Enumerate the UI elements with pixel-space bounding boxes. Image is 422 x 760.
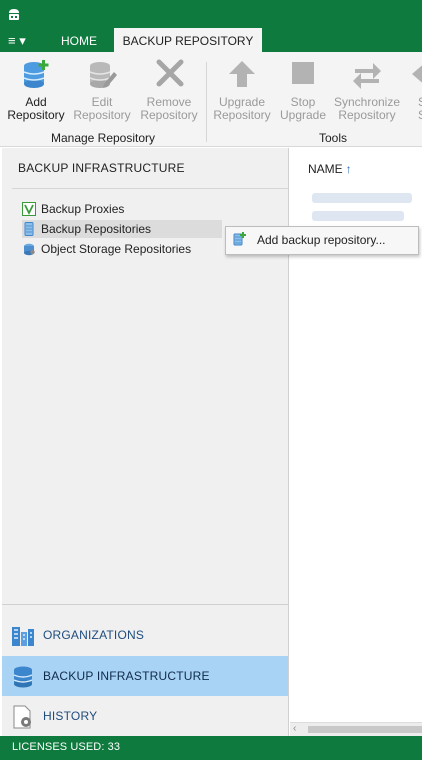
ribbon-group-separator [206,62,207,142]
nav-backup-infrastructure[interactable]: BACKUP INFRASTRUCTURE [2,656,288,696]
tab-backup-repository[interactable]: BACKUP REPOSITORY [114,28,262,52]
nav-organizations-label: ORGANIZATIONS [43,628,145,642]
add-repository-icon [233,232,246,246]
tree-item-label: Object Storage Repositories [41,242,192,256]
licenses-used-status: LICENSES USED: 33 [12,741,121,753]
nav-divider [2,604,288,605]
object-storage-icon [24,243,35,256]
tools-group-label: Tools [318,131,347,145]
column-header-name-label: NAME [308,162,343,176]
organizations-icon [12,627,34,646]
nav-history[interactable]: HISTORY [2,696,288,736]
upgrade-repository-button[interactable]: Upgrade Repository [209,58,275,122]
blurred-row[interactable] [312,211,404,221]
nav-backup-infrastructure-label: BACKUP INFRASTRUCTURE [43,669,210,683]
column-header-name[interactable]: NAME ↑ [308,162,352,176]
main-menu-button[interactable]: ≡ ▾ [8,31,36,51]
context-menu-item-add-backup-repository[interactable]: Add backup repository... [257,233,386,247]
edit-repository-icon [89,62,117,88]
nav-history-label: HISTORY [43,709,98,723]
pane-title: BACKUP INFRASTRUCTURE [18,161,185,175]
tree-item-object-storage-repositories[interactable]: Object Storage Repositories [22,240,191,258]
tree-item-backup-proxies[interactable]: Backup Proxies [22,200,124,218]
tree-item-label: Backup Proxies [41,202,125,216]
upgrade-repository-label-2: Repository [213,108,271,122]
tab-home[interactable]: HOME [46,28,112,52]
synchronize-repository-button[interactable]: Synchronize Repository [332,58,402,122]
synchronize-repository-icon [353,63,381,89]
edit-repository-button[interactable]: Edit Repository [69,58,135,122]
partial-button-label-2: S [404,109,422,122]
edit-repository-label-2: Repository [73,108,131,122]
manage-repository-group-label: Manage Repository [50,131,156,145]
partial-ribbon-button[interactable]: S S [404,58,422,122]
scroll-left-icon[interactable]: ‹ [293,722,296,736]
remove-repository-icon [156,59,184,87]
pane-title-divider [12,188,288,189]
app-logo-icon [9,9,19,20]
tree-item-backup-repositories[interactable]: Backup Repositories [22,220,222,238]
tree-item-label: Backup Repositories [41,222,152,236]
proxy-icon [22,202,36,216]
history-icon [13,705,31,729]
stop-upgrade-icon [292,62,314,84]
remove-repository-label-2: Repository [140,108,198,122]
stop-upgrade-button[interactable]: Stop Upgrade [270,58,336,122]
add-repository-icon [23,60,49,88]
upgrade-repository-icon [229,61,255,87]
add-repository-button[interactable]: Add Repository [3,58,69,122]
nav-organizations[interactable]: ORGANIZATIONS [2,615,288,655]
sort-ascending-icon: ↑ [345,162,352,176]
partial-button-icon [412,65,422,83]
blurred-row[interactable] [312,193,412,203]
database-icon [13,666,33,688]
stop-upgrade-label-2: Upgrade [279,108,327,122]
add-repository-label-2: Repository [7,108,65,122]
repository-icon [24,222,34,236]
remove-repository-button[interactable]: Remove Repository [136,58,202,122]
synchronize-repository-label-2: Repository [338,108,396,122]
scrollbar-thumb[interactable] [308,726,422,733]
